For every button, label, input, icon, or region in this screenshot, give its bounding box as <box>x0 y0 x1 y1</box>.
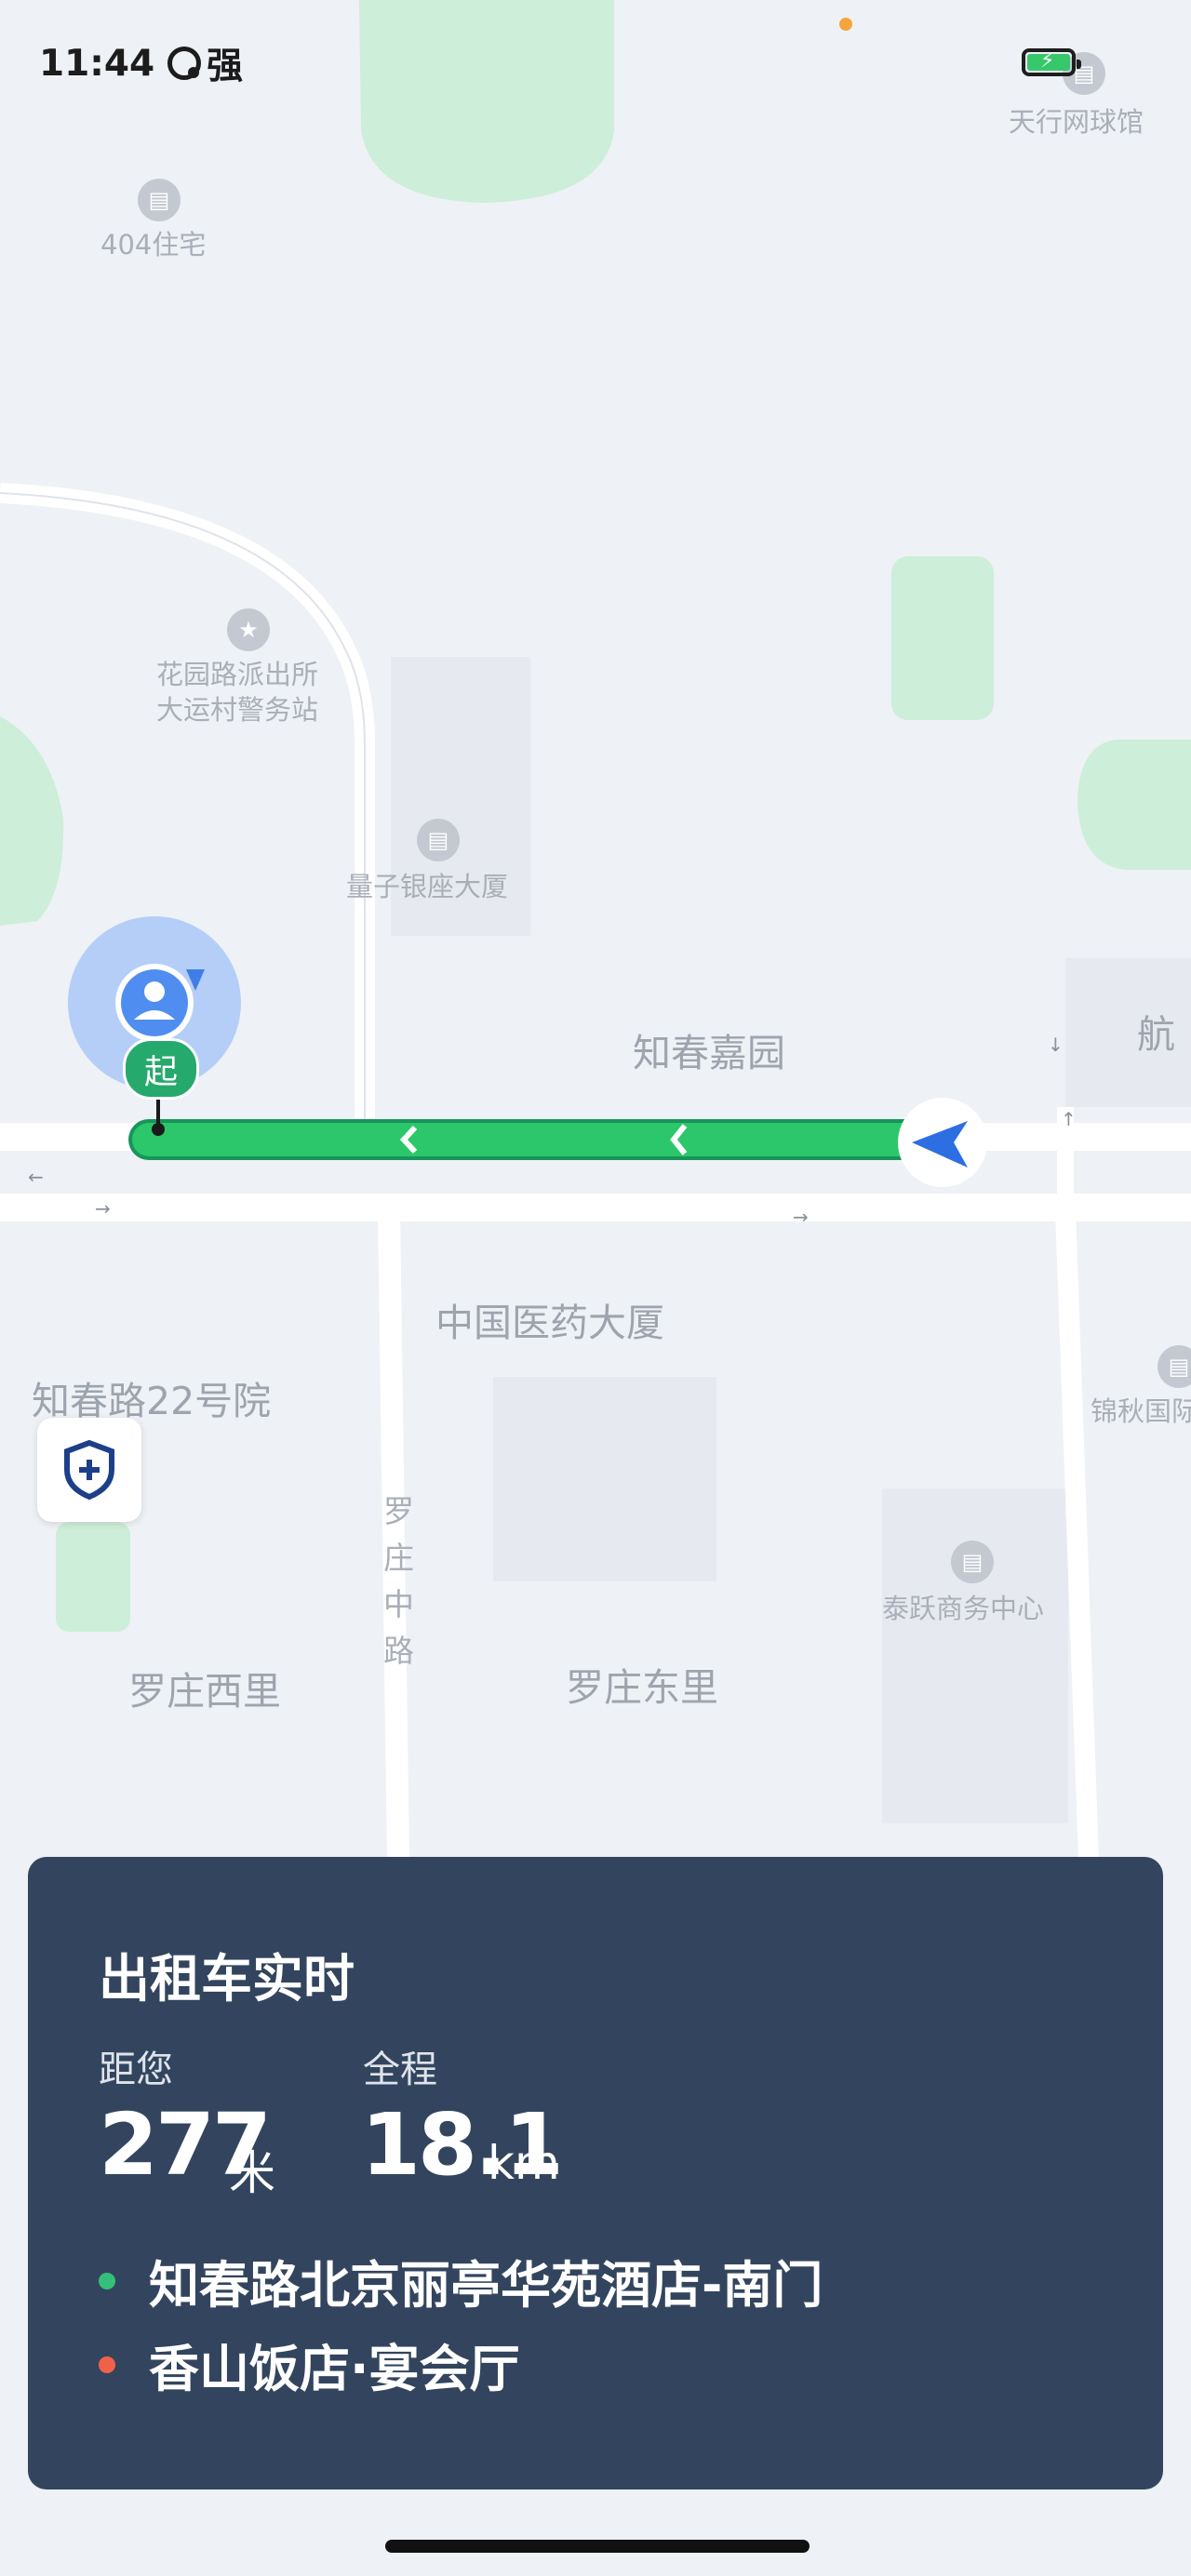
battery-icon: ⚡ <box>1022 48 1081 76</box>
signal-icon <box>167 47 202 80</box>
svg-text:→: → <box>793 1206 809 1228</box>
poi-quantum-building: 量子银座大厦 <box>346 871 509 902</box>
shield-plus-icon <box>64 1439 114 1501</box>
poi-luozhuang-west: 罗庄西里 <box>128 1669 281 1714</box>
home-indicator[interactable] <box>385 2540 810 2553</box>
distance-to-you-label: 距您 <box>99 2049 173 2091</box>
police-star-icon: ★ <box>227 608 270 651</box>
total-distance-label: 全程 <box>363 2049 437 2091</box>
svg-text:↑: ↑ <box>1061 1108 1077 1130</box>
park-area <box>1077 740 1191 870</box>
origin-address: 知春路北京丽亭华苑酒店-南门 <box>149 2256 823 2315</box>
destination-address: 香山饭店·宴会厅 <box>149 2340 520 2398</box>
park-area <box>359 0 614 203</box>
status-bar: 11:44 强 <box>39 37 243 89</box>
building-icon: ▤ <box>138 179 181 221</box>
carrier-label: 强 <box>207 46 244 87</box>
building-icon: ▤ <box>417 819 460 861</box>
poi-luozhuang-east: 罗庄东里 <box>566 1665 718 1710</box>
safety-shield-button[interactable] <box>37 1418 141 1522</box>
distance-to-you-unit: 米 <box>229 2146 275 2200</box>
poi-police-1: 花园路派出所 <box>156 659 319 690</box>
user-avatar-icon <box>121 969 188 1036</box>
privacy-indicator-dot <box>839 18 852 31</box>
destination-dot-icon <box>99 2356 115 2373</box>
poi-pharma-building: 中国医药大厦 <box>435 1301 664 1345</box>
svg-text:→: → <box>95 1197 111 1220</box>
trip-info-card: 出租车实时 距您 全程 277 米 18.1 km 知春路北京丽亭华苑酒店-南门… <box>28 1857 1163 2489</box>
origin-dot-icon <box>99 2272 115 2289</box>
origin-row: 知春路北京丽亭华苑酒店-南门 <box>99 2244 823 2317</box>
park-area <box>56 1522 130 1632</box>
svg-text:↓: ↓ <box>1048 1034 1064 1056</box>
poi-residence: 404住宅 <box>100 229 207 260</box>
poi-jinqiu: 锦秋国际 <box>1091 1395 1191 1427</box>
poi-tennis: 天行网球馆 <box>1009 106 1144 138</box>
poi-police-2: 大运村警务站 <box>156 694 319 726</box>
poi-zhichun-garden: 知春嘉园 <box>633 1031 785 1075</box>
poi-luozhuang-mid-road: 罗庄中路 <box>383 1493 414 1669</box>
card-title: 出租车实时 <box>99 1949 355 2009</box>
building-icon: ▤ <box>951 1541 994 1583</box>
poi-taiyue: 泰跃商务中心 <box>882 1593 1045 1624</box>
svg-text:←: ← <box>28 1166 44 1188</box>
park-area <box>891 556 994 720</box>
status-time: 11:44 <box>39 42 155 85</box>
poi-courtyard-22: 知春路22号院 <box>32 1379 272 1423</box>
destination-row: 香山饭店·宴会厅 <box>99 2328 520 2401</box>
poi-hang: 航 <box>1137 1012 1175 1057</box>
start-marker: 起 <box>123 1038 199 1100</box>
total-distance-unit: km <box>488 2136 560 2190</box>
